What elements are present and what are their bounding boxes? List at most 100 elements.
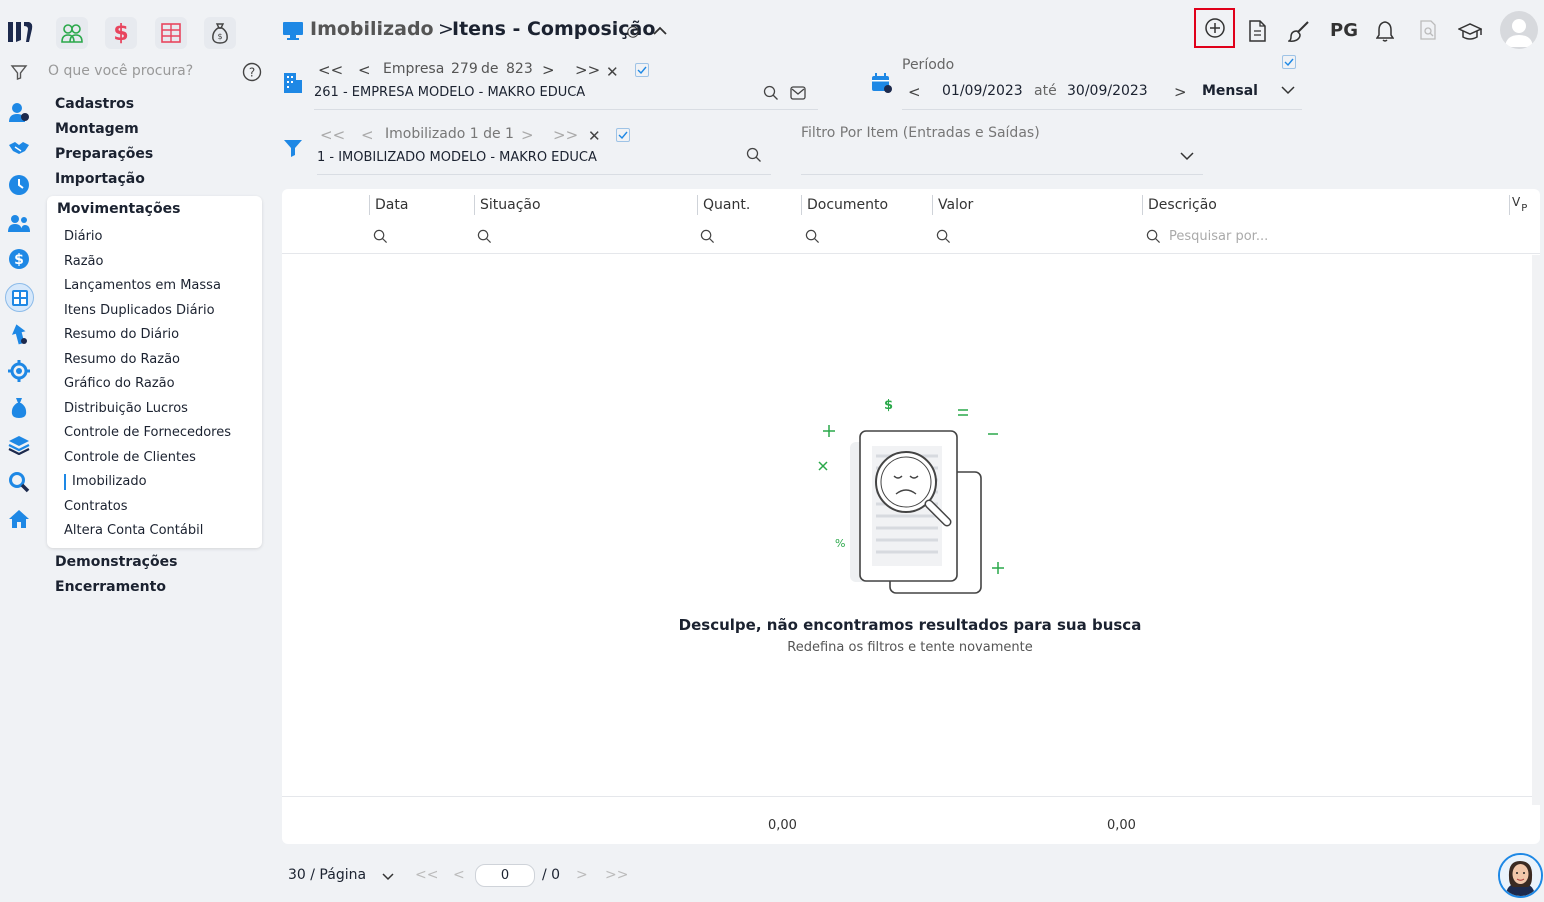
company-prev-button[interactable]: <: [358, 61, 371, 79]
handshake-icon[interactable]: [8, 137, 30, 159]
item-filter-select[interactable]: Filtro Por Item (Entradas e Saídas): [801, 125, 1040, 141]
asset-checkbox[interactable]: [616, 128, 630, 142]
add-button[interactable]: [1194, 8, 1235, 48]
page-last-button[interactable]: >>: [605, 867, 628, 883]
menu-montagem[interactable]: Montagem: [55, 121, 139, 137]
asset-field[interactable]: 1 - IMOBILIZADO MODELO - MAKRO EDUCA: [317, 150, 597, 165]
grid-scrollbar[interactable]: [1532, 255, 1540, 805]
bell-icon[interactable]: [1376, 20, 1394, 42]
col-header-quant[interactable]: Quant.: [703, 197, 750, 213]
filter-icon[interactable]: [10, 63, 28, 81]
brush-icon[interactable]: [1288, 20, 1310, 42]
dollar-coin-icon[interactable]: $: [8, 248, 30, 270]
filter-descricao-icon[interactable]: [1146, 229, 1161, 244]
filter-data-icon[interactable]: [373, 229, 388, 244]
company-clear-icon[interactable]: ✕: [606, 63, 619, 81]
gear-globe-icon[interactable]: [8, 360, 30, 382]
page-next-button[interactable]: >: [576, 867, 588, 883]
user-register-icon[interactable]: [8, 101, 30, 123]
col-header-documento[interactable]: Documento: [807, 197, 888, 213]
clock-icon[interactable]: [8, 174, 30, 196]
collapse-chevron-icon[interactable]: [652, 25, 668, 37]
page-prev-button[interactable]: <: [453, 867, 465, 883]
menu-importacao[interactable]: Importação: [55, 171, 145, 187]
col-header-situacao[interactable]: Situação: [480, 197, 541, 213]
period-checkbox[interactable]: [1282, 55, 1296, 69]
submenu-itens-duplicados[interactable]: Itens Duplicados Diário: [64, 303, 215, 318]
submenu-controle-clientes[interactable]: Controle de Clientes: [64, 450, 196, 465]
period-next-button[interactable]: >: [1174, 83, 1187, 101]
page-number-input[interactable]: 0: [475, 864, 535, 887]
filter-quant-icon[interactable]: [700, 229, 715, 244]
col-header-valor[interactable]: Valor: [938, 197, 973, 213]
menu-cadastros[interactable]: Cadastros: [55, 96, 134, 112]
submenu-controle-fornecedores[interactable]: Controle de Fornecedores: [64, 425, 231, 440]
filter-documento-icon[interactable]: [805, 229, 820, 244]
filter-descricao-input[interactable]: Pesquisar por...: [1169, 229, 1268, 244]
period-mode-select[interactable]: Mensal: [1202, 83, 1258, 99]
company-last-button[interactable]: >>: [575, 61, 600, 79]
submenu-lancamentos-massa[interactable]: Lançamentos em Massa: [64, 278, 221, 293]
submenu-grafico-razao[interactable]: Gráfico do Razão: [64, 376, 175, 391]
bag-icon[interactable]: [8, 397, 30, 419]
col-header-data[interactable]: Data: [375, 197, 408, 213]
menu-encerramento[interactable]: Encerramento: [55, 579, 166, 595]
info-icon[interactable]: [627, 26, 639, 38]
period-mode-chevron-icon[interactable]: [1281, 85, 1295, 95]
col-header-vp[interactable]: VP: [1512, 195, 1527, 214]
period-prev-button[interactable]: <: [908, 83, 921, 101]
filter-situacao-icon[interactable]: [477, 229, 492, 244]
menu-preparacoes[interactable]: Preparações: [55, 146, 153, 162]
asset-search-icon[interactable]: [746, 147, 762, 163]
period-end-input[interactable]: 30/09/2023: [1067, 83, 1148, 99]
company-search-icon[interactable]: [763, 85, 779, 101]
submenu-resumo-razao[interactable]: Resumo do Razão: [64, 352, 180, 367]
company-field[interactable]: 261 - EMPRESA MODELO - MAKRO EDUCA: [314, 85, 585, 100]
pg-button[interactable]: PG: [1330, 20, 1358, 41]
assistant-avatar[interactable]: [1498, 853, 1543, 898]
submenu-contratos[interactable]: Contratos: [64, 499, 128, 514]
submenu-diario[interactable]: Diário: [64, 229, 103, 244]
user-avatar[interactable]: [1500, 11, 1538, 49]
menu-movimentacoes[interactable]: Movimentações: [57, 201, 180, 217]
asset-prev-button[interactable]: <: [361, 126, 374, 144]
chart-up-icon[interactable]: [8, 323, 30, 345]
submenu-razao[interactable]: Razão: [64, 254, 103, 269]
company-mail-icon[interactable]: [790, 86, 806, 100]
search-input[interactable]: O que você procura?: [48, 63, 193, 79]
period-start-input[interactable]: 01/09/2023: [942, 83, 1023, 99]
submenu-distribuicao-lucros[interactable]: Distribuição Lucros: [64, 401, 188, 416]
asset-first-button[interactable]: <<: [320, 126, 345, 144]
company-checkbox[interactable]: [635, 63, 649, 77]
submenu-altera-conta[interactable]: Altera Conta Contábil: [64, 523, 203, 538]
menu-demonstracoes[interactable]: Demonstrações: [55, 554, 177, 570]
company-next-button[interactable]: >: [542, 61, 555, 79]
graduation-cap-icon[interactable]: [1458, 22, 1482, 42]
company-first-button[interactable]: <<: [318, 61, 343, 79]
users-icon[interactable]: [8, 212, 30, 234]
document-icon[interactable]: [1247, 20, 1267, 42]
breadcrumb-module[interactable]: Imobilizado: [310, 18, 434, 40]
search-rail-icon[interactable]: [8, 471, 30, 493]
report-search-icon[interactable]: [1419, 20, 1437, 40]
accounting-icon[interactable]: [5, 283, 34, 312]
spreadsheet-app-icon[interactable]: [155, 17, 187, 49]
item-filter-chevron-icon[interactable]: [1180, 151, 1194, 161]
submenu-resumo-diario[interactable]: Resumo do Diário: [64, 327, 179, 342]
layers-icon[interactable]: [8, 434, 30, 456]
col-header-descricao[interactable]: Descrição: [1148, 197, 1217, 213]
help-icon[interactable]: ?: [242, 62, 262, 82]
submenu-imobilizado[interactable]: Imobilizado: [72, 474, 147, 489]
app-logo[interactable]: [7, 19, 35, 45]
people-app-icon[interactable]: [56, 17, 88, 49]
asset-clear-icon[interactable]: ✕: [588, 127, 601, 145]
filter-valor-icon[interactable]: [936, 229, 951, 244]
per-page-select[interactable]: 30 / Página: [288, 867, 366, 883]
dollar-app-icon[interactable]: $: [105, 17, 137, 49]
per-page-chevron-icon[interactable]: [382, 872, 394, 881]
asset-last-button[interactable]: >>: [553, 126, 578, 144]
money-bag-app-icon[interactable]: $: [204, 17, 236, 49]
home-icon[interactable]: [8, 508, 30, 530]
page-first-button[interactable]: <<: [415, 867, 438, 883]
asset-next-button[interactable]: >: [521, 126, 534, 144]
